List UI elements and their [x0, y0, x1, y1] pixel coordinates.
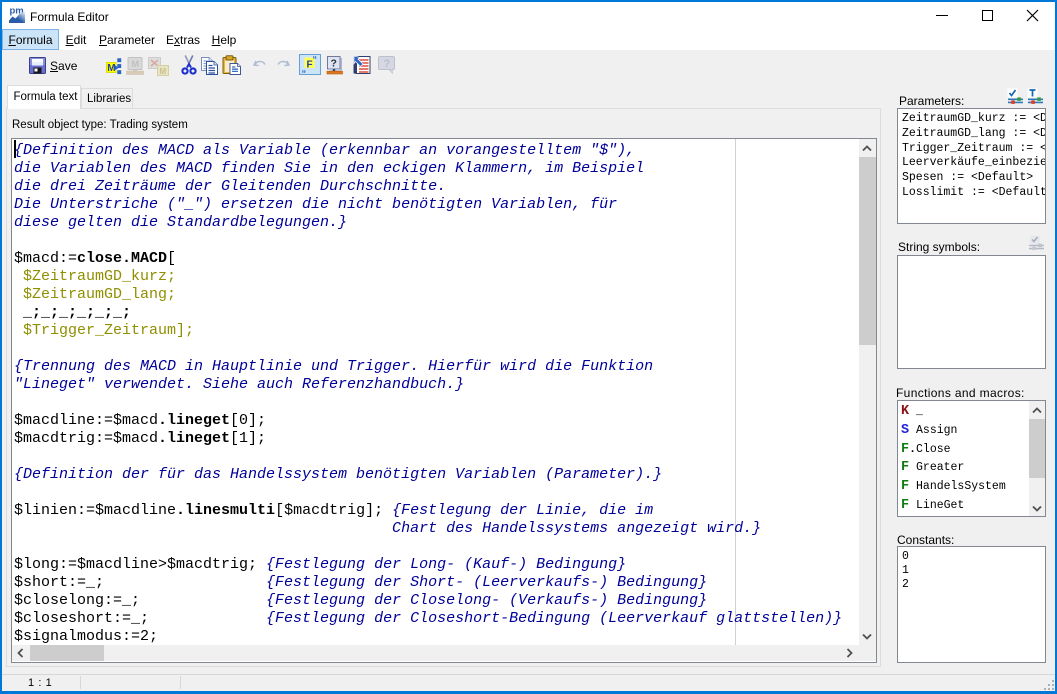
svg-text:?: ? [384, 58, 391, 70]
svg-text:„: „ [302, 64, 307, 74]
svg-text:M: M [132, 59, 140, 69]
svg-text:?: ? [331, 58, 337, 70]
svg-text:“: “ [313, 56, 318, 65]
svg-text:M: M [107, 63, 115, 74]
svg-text:M: M [160, 67, 167, 76]
